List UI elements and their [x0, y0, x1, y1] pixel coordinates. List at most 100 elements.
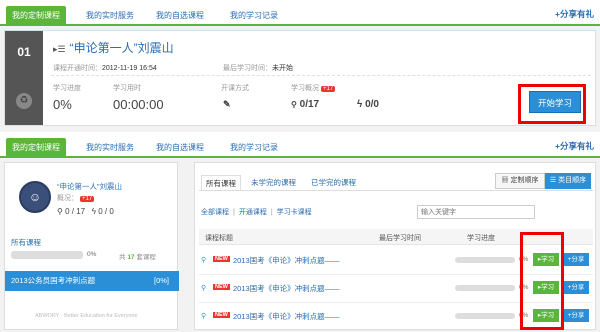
summary-title[interactable]: “申论第一人”刘震山 — [57, 181, 122, 192]
top-tab-bar: 我的定制课程 我的实时服务 我的自选课程 我的学习记录 +分享有礼 — [0, 0, 600, 26]
second-tab-bar: 我的定制课程 我的实时服务 我的自选课程 我的学习记录 +分享有礼 — [0, 132, 600, 158]
time-value: 00:00:00 — [113, 97, 164, 112]
course-title[interactable]: ▸☰ “申论第一人”刘震山 — [53, 39, 174, 56]
divider — [51, 75, 591, 76]
bolt-icon: ϟ — [357, 99, 363, 110]
course-count: 共 17 套课程 — [119, 251, 156, 261]
new-badge: NEW — [213, 256, 230, 262]
share-label: 分享有礼 — [559, 9, 594, 19]
summary-lessons: 0 / 17 — [65, 207, 86, 216]
share-link-2[interactable]: +分享有礼 — [555, 140, 594, 152]
course-title-text: “申论第一人”刘震山 — [69, 41, 174, 55]
tab-learning-records[interactable]: 我的学习记录 — [224, 6, 284, 26]
bolt-icon: ϟ — [91, 207, 97, 216]
time-label: 学习用时 — [113, 85, 141, 92]
lessons-value: 0/17 — [299, 99, 320, 110]
row-progress-bar — [455, 257, 515, 263]
course-name-link[interactable]: 2013国考《申论》冲刺点题—— — [233, 283, 340, 294]
course-index-column: 01 ♻ — [5, 31, 43, 125]
antenna-icon: ⚲ — [201, 285, 207, 292]
create-label: 课程开通时间： — [53, 65, 102, 72]
tab-elective-courses-2[interactable]: 我的自选课程 — [150, 138, 210, 158]
course-last-time: 最后学习时间：未开始 — [223, 63, 293, 73]
share-btn-label: 分享 — [571, 256, 585, 263]
antenna-icon: ⚲ — [291, 100, 297, 109]
filter-all[interactable]: 全部课程 — [201, 209, 229, 216]
share-label-2: 分享有礼 — [559, 141, 594, 151]
calendar-icon: ▦ — [501, 177, 509, 184]
tab-learning-records-2[interactable]: 我的学习记录 — [224, 138, 284, 158]
search-input[interactable] — [417, 205, 535, 219]
header-progress: 学习进度 — [467, 235, 495, 242]
sort-category-button[interactable]: ☰ 类目顺序 — [545, 173, 591, 189]
new-badge: NEW — [213, 312, 230, 318]
avatar[interactable]: ☺ — [19, 181, 51, 213]
course-name-link[interactable]: 2013国考《申论》冲刺点题—— — [233, 311, 340, 322]
course-number: 01 — [17, 45, 31, 59]
share-button[interactable]: +分享 — [563, 253, 589, 266]
share-link[interactable]: +分享有礼 — [555, 8, 594, 20]
antenna-icon: ⚲ — [201, 257, 207, 264]
share-button[interactable]: +分享 — [563, 281, 589, 294]
tests-value: 0/0 — [365, 99, 379, 110]
course-panel: 01 ♻ ▸☰ “申论第一人”刘震山 课程开通时间：2012-11-19 16:5… — [4, 30, 596, 126]
overall-progress-pct: 0% — [87, 251, 97, 258]
progress-value: 0% — [53, 97, 72, 112]
course-filters: 全部课程 | 开通课程 | 学习卡课程 — [201, 207, 312, 217]
filter-separator: | — [270, 209, 273, 216]
list-icon: ▸☰ — [53, 44, 66, 54]
active-course-pct: [0%] — [153, 276, 169, 285]
tab-all-courses[interactable]: 所有课程 — [201, 175, 241, 191]
header-last-time: 最后学习时间 — [379, 235, 421, 242]
count-num: 17 — [127, 254, 135, 261]
tab-unfinished[interactable]: 未学完的课程 — [251, 177, 296, 188]
overall-progress-bar — [11, 251, 83, 259]
recycle-icon[interactable]: ♻ — [16, 93, 32, 109]
create-time-value: 2012-11-19 16:54 — [102, 65, 157, 72]
sort-custom-label: 定制顺序 — [510, 177, 539, 184]
new-badge: NEW — [213, 284, 230, 290]
sort-category-label: 类目顺序 — [558, 177, 587, 184]
summary-badge: +17 — [79, 196, 95, 202]
filter-opened[interactable]: 开通课程 — [239, 209, 267, 216]
highlight-box — [520, 232, 564, 330]
sort-custom-button[interactable]: ▦ 定制顺序 — [495, 173, 545, 189]
active-course-item[interactable]: 2013公务员国考冲刺点题 [0%] — [5, 271, 179, 291]
course-summary-card: ☺ “申论第一人”刘震山 概况： +17 ⚲ 0 / 17 ϟ 0 / 0 所有… — [4, 162, 179, 330]
lessons-stat: ⚲ 0/17 — [291, 99, 319, 110]
row-progress-bar — [455, 313, 515, 319]
antenna-icon: ⚲ — [57, 207, 63, 216]
overview-label-text: 学习概况 — [291, 85, 319, 92]
last-label: 最后学习时间： — [223, 65, 272, 72]
tab-realtime-service-2[interactable]: 我的实时服务 — [80, 138, 140, 158]
row-progress-bar — [455, 285, 515, 291]
header-title: 课程标题 — [205, 235, 233, 242]
tests-stat: ϟ 0/0 — [357, 99, 379, 110]
count-suffix: 套课程 — [136, 254, 156, 261]
share-btn-label: 分享 — [571, 312, 585, 319]
overview-badge: +17 — [320, 86, 336, 92]
highlight-box — [518, 84, 586, 124]
tab-realtime-service[interactable]: 我的实时服务 — [80, 6, 140, 26]
course-create-time: 课程开通时间：2012-11-19 16:54 — [53, 63, 157, 73]
share-button[interactable]: +分享 — [563, 309, 589, 322]
filter-separator: | — [233, 209, 235, 216]
antenna-icon: ⚲ — [201, 313, 207, 320]
overview-label: 学习概况 +17 — [291, 83, 336, 93]
filter-card[interactable]: 学习卡课程 — [277, 209, 312, 216]
tab-custom-courses-2[interactable]: 我的定制课程 — [6, 138, 66, 158]
tab-elective-courses[interactable]: 我的自选课程 — [150, 6, 210, 26]
all-courses-link[interactable]: 所有课程 — [11, 237, 41, 248]
mode-label: 开课方式 — [221, 85, 249, 92]
tab-finished[interactable]: 已学完的课程 — [311, 177, 356, 188]
list-icon: ☰ — [549, 177, 557, 184]
summary-overview-label: 概况： — [57, 195, 78, 202]
wrench-icon: ✎ — [223, 99, 231, 109]
progress-label: 学习进度 — [53, 85, 81, 92]
footer-slogan: ABWORY - Better Education for Everyone — [35, 313, 138, 319]
count-prefix: 共 — [119, 254, 126, 261]
last-value: 未开始 — [272, 65, 293, 72]
tab-custom-courses[interactable]: 我的定制课程 — [6, 6, 66, 26]
summary-stats: ⚲ 0 / 17 ϟ 0 / 0 — [57, 207, 114, 216]
course-name-link[interactable]: 2013国考《申论》冲刺点题—— — [233, 255, 340, 266]
